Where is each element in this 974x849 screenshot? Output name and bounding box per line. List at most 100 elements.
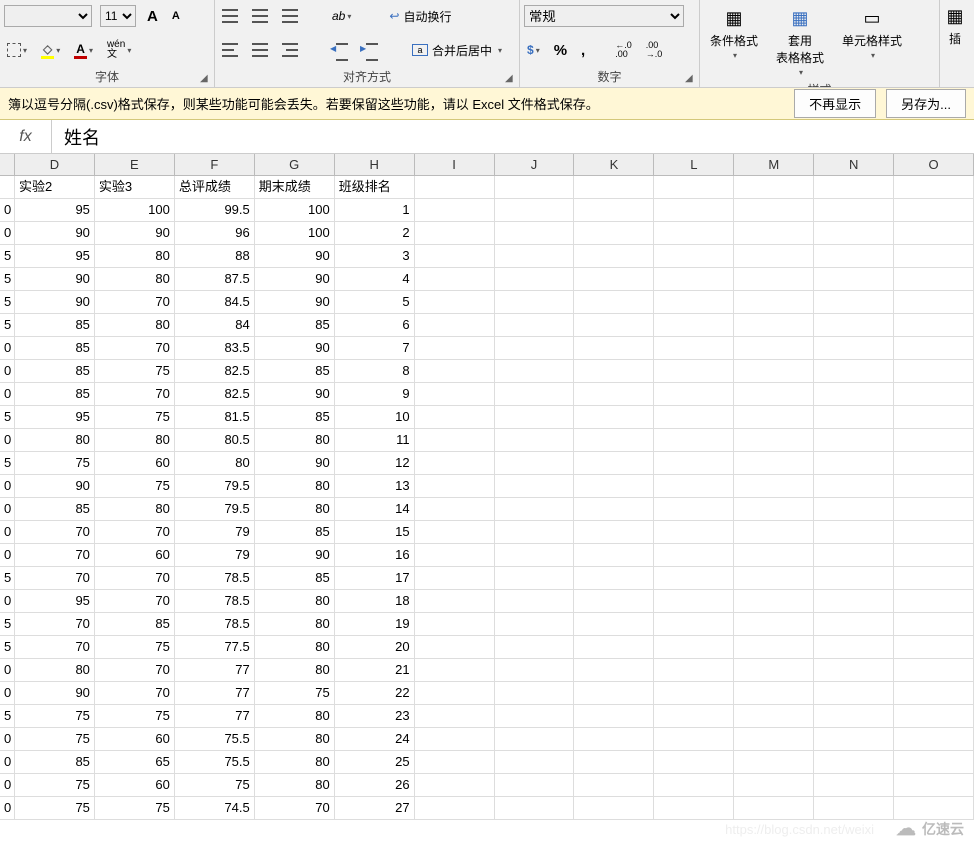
cell[interactable]: 70 (95, 291, 175, 313)
cell[interactable] (734, 406, 814, 428)
cell[interactable]: 79.5 (175, 475, 255, 497)
cell[interactable] (415, 659, 495, 681)
cell[interactable] (814, 314, 894, 336)
font-name-select[interactable] (4, 5, 92, 27)
cell[interactable]: 82.5 (175, 360, 255, 382)
accounting-format-button[interactable]: $ (524, 40, 543, 60)
cell-stub[interactable]: 5 (0, 291, 15, 313)
cell-stub[interactable]: 0 (0, 199, 15, 221)
cell[interactable] (894, 659, 974, 681)
decrease-indent-button[interactable] (329, 40, 351, 60)
cell[interactable] (415, 268, 495, 290)
cell[interactable]: 85 (15, 337, 95, 359)
cell[interactable] (495, 751, 575, 773)
cell[interactable]: 88 (175, 245, 255, 267)
cell[interactable] (495, 406, 575, 428)
cell[interactable] (894, 590, 974, 612)
cell[interactable] (574, 406, 654, 428)
cell[interactable] (654, 314, 734, 336)
cell[interactable] (495, 291, 575, 313)
cell-stub[interactable]: 5 (0, 452, 15, 474)
cell[interactable] (574, 590, 654, 612)
cell[interactable]: 95 (15, 590, 95, 612)
cell[interactable] (415, 337, 495, 359)
cell[interactable]: 80 (95, 268, 175, 290)
cell[interactable]: 90 (15, 222, 95, 244)
cell-stub[interactable]: 0 (0, 797, 15, 819)
cell[interactable]: 85 (15, 383, 95, 405)
cell[interactable] (654, 774, 734, 796)
cell[interactable] (415, 728, 495, 750)
cell[interactable] (654, 245, 734, 267)
cell[interactable]: 2 (335, 222, 415, 244)
wrap-text-button[interactable]: ↩ 自动换行 (386, 5, 454, 28)
cell[interactable] (415, 521, 495, 543)
align-bottom-button[interactable] (279, 6, 301, 26)
cell[interactable] (574, 337, 654, 359)
header-cell[interactable] (415, 176, 495, 198)
cell[interactable] (495, 590, 575, 612)
cell[interactable] (415, 613, 495, 635)
cell[interactable] (495, 199, 575, 221)
cell-styles-button[interactable]: ▭ 单元格样式 (836, 4, 908, 62)
cell[interactable] (495, 360, 575, 382)
font-color-button[interactable]: A (71, 39, 96, 62)
cell[interactable] (415, 705, 495, 727)
cell[interactable]: 77 (175, 705, 255, 727)
cell[interactable] (734, 199, 814, 221)
cell[interactable]: 77 (175, 659, 255, 681)
cell-stub[interactable]: 0 (0, 544, 15, 566)
cell[interactable] (574, 268, 654, 290)
cell[interactable] (734, 337, 814, 359)
cell[interactable]: 1 (335, 199, 415, 221)
cell[interactable]: 80 (255, 429, 335, 451)
cell[interactable]: 9 (335, 383, 415, 405)
cell[interactable]: 90 (15, 268, 95, 290)
cell[interactable]: 84.5 (175, 291, 255, 313)
cell-stub[interactable]: 5 (0, 705, 15, 727)
cell[interactable] (894, 406, 974, 428)
cell[interactable]: 8 (335, 360, 415, 382)
cell[interactable]: 70 (95, 521, 175, 543)
cell[interactable]: 75.5 (175, 751, 255, 773)
cell[interactable] (814, 291, 894, 313)
cell[interactable]: 83.5 (175, 337, 255, 359)
cell[interactable] (495, 728, 575, 750)
cell[interactable]: 100 (95, 199, 175, 221)
cell[interactable] (574, 705, 654, 727)
header-cell[interactable]: 班级排名 (335, 176, 415, 198)
cell[interactable]: 90 (255, 291, 335, 313)
cell[interactable] (415, 199, 495, 221)
cell[interactable]: 70 (15, 613, 95, 635)
cell[interactable]: 85 (15, 498, 95, 520)
font-size-select[interactable]: 11 (100, 5, 136, 27)
cell[interactable]: 80 (255, 636, 335, 658)
cell[interactable]: 75 (95, 360, 175, 382)
cell[interactable] (894, 521, 974, 543)
cell[interactable]: 79 (175, 544, 255, 566)
cell[interactable] (574, 222, 654, 244)
comma-button[interactable]: , (578, 39, 588, 62)
cell[interactable] (415, 590, 495, 612)
cell[interactable]: 60 (95, 728, 175, 750)
cell[interactable] (574, 544, 654, 566)
header-cell[interactable]: 期末成绩 (255, 176, 335, 198)
cell[interactable] (654, 590, 734, 612)
cell[interactable]: 5 (335, 291, 415, 313)
cell[interactable]: 80 (95, 498, 175, 520)
cell[interactable]: 26 (335, 774, 415, 796)
cell[interactable] (415, 383, 495, 405)
cell[interactable] (814, 406, 894, 428)
cell[interactable] (495, 544, 575, 566)
cell[interactable]: 80 (255, 659, 335, 681)
cell[interactable] (574, 521, 654, 543)
cell[interactable]: 85 (15, 751, 95, 773)
cell[interactable] (654, 383, 734, 405)
cell[interactable] (654, 751, 734, 773)
cell[interactable]: 85 (255, 360, 335, 382)
cell[interactable] (814, 360, 894, 382)
cell[interactable] (814, 383, 894, 405)
cell[interactable]: 80.5 (175, 429, 255, 451)
dismiss-button[interactable]: 不再显示 (794, 89, 876, 118)
fx-button[interactable]: fx (0, 120, 52, 153)
